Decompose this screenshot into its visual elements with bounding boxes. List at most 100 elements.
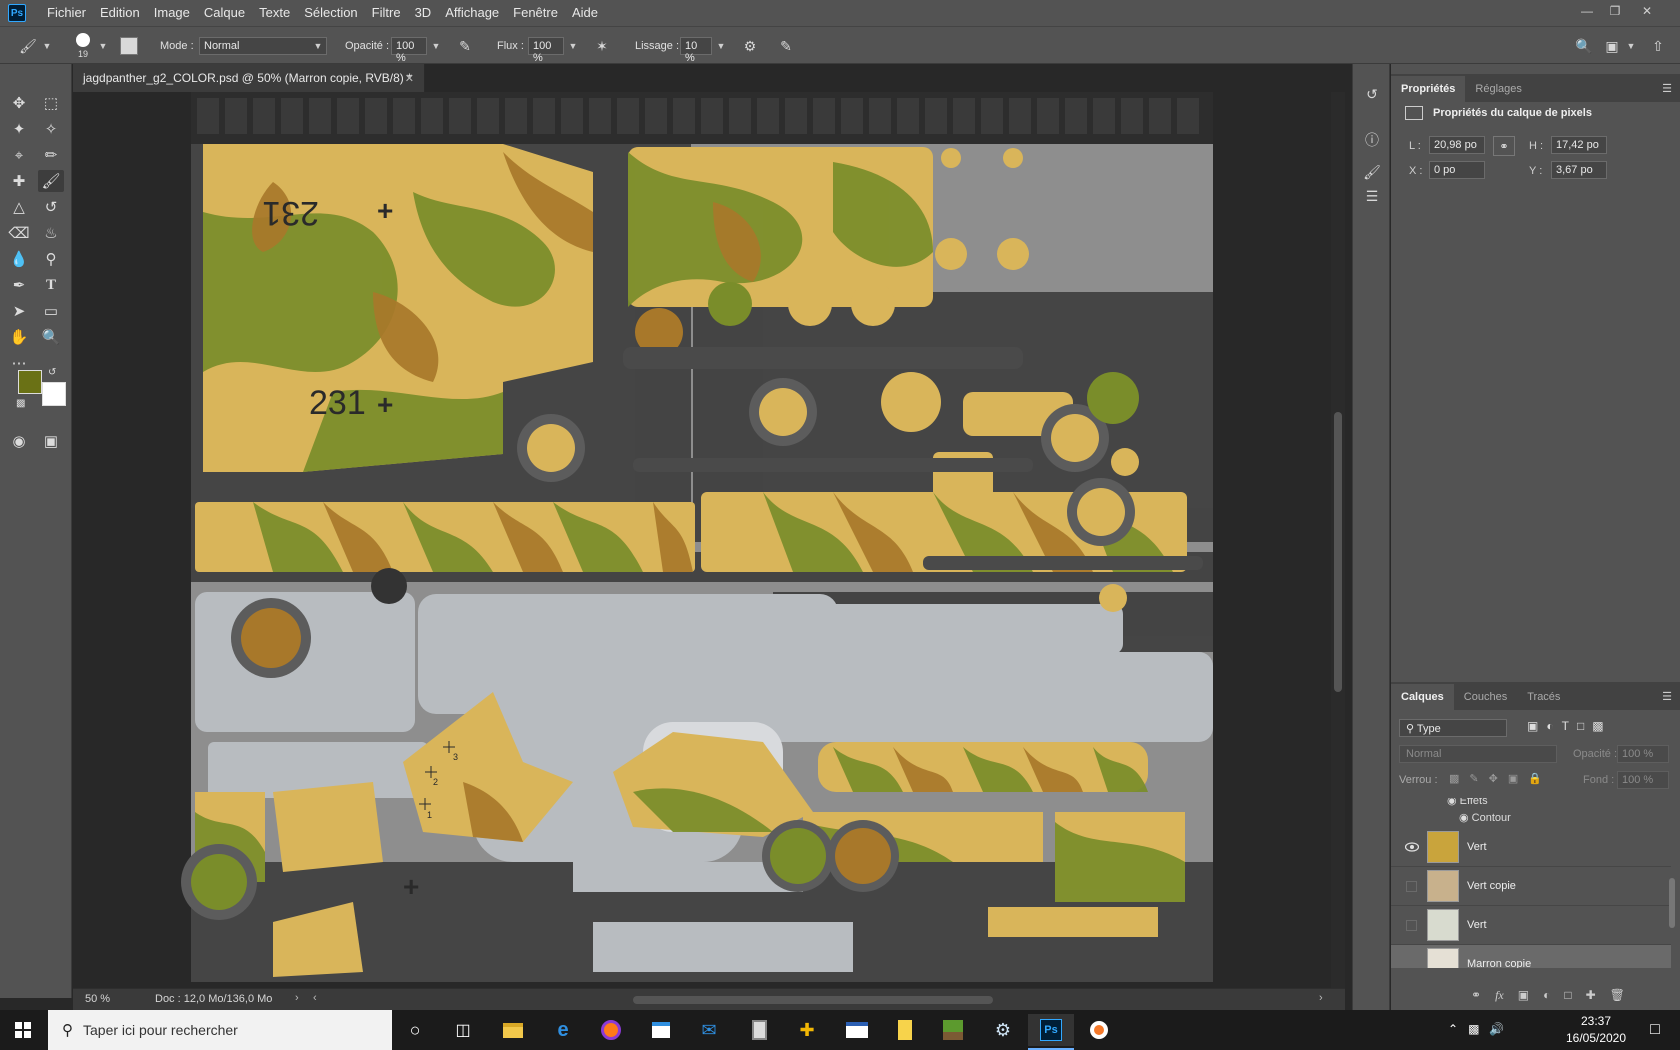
clock-date[interactable]: 16/05/2020 [1560,1031,1632,1045]
vertical-scroll-thumb[interactable] [1334,412,1342,692]
minimize-icon[interactable]: — [1576,0,1598,22]
width-field[interactable]: 20,98 po [1429,136,1485,154]
lock-pixels-icon[interactable]: ✎ [1469,772,1478,785]
chevron-down-icon[interactable]: ▼ [96,37,110,55]
layer-row-selected[interactable]: Marron copie [1391,945,1671,968]
smart-object-filter-icon[interactable]: ▩ [1592,719,1603,737]
chevron-down-icon[interactable]: ▼ [429,37,443,55]
menu-aide[interactable]: Aide [565,0,605,26]
smoothing-field[interactable]: 10 % [680,37,712,64]
panel-menu-icon[interactable]: ☰ [1662,690,1672,703]
crop-tool-icon[interactable]: ⌖ [6,144,32,166]
eraser-tool-icon[interactable]: ⌫ [6,222,32,244]
horizontal-scroll-thumb[interactable] [633,996,993,1004]
paint-bucket-tool-icon[interactable]: ♨ [38,222,64,244]
texture-canvas[interactable]: 231 231 + + + 3 2 1 [73,92,1335,982]
history-brush-tool-icon[interactable]: ↺ [38,196,64,218]
menu-texte[interactable]: Texte [252,0,297,26]
airbrush-icon[interactable]: ✶ [592,36,612,56]
quick-mask-icon[interactable]: ◉ [6,430,32,452]
notes-icon[interactable] [882,1014,928,1046]
background-color-swatch[interactable] [42,382,66,406]
layer-opacity-field[interactable]: 100 % [1617,745,1669,763]
magic-wand-tool-icon[interactable]: ✧ [38,118,64,140]
document-tab[interactable]: jagdpanther_g2_COLOR.psd @ 50% (Marron c… [73,64,425,92]
file-explorer-icon[interactable] [490,1014,536,1046]
lock-transparency-icon[interactable]: ▩ [1449,772,1459,785]
share-icon[interactable]: ⇧ [1648,36,1668,56]
volume-icon[interactable]: 🔊 [1489,1022,1504,1036]
marquee-tool-icon[interactable]: ⬚ [38,92,64,114]
scroll-right-icon[interactable]: › [1319,992,1323,1004]
swap-colors-icon[interactable]: ↺ [48,367,56,378]
flow-field[interactable]: 100 % [528,37,564,64]
tab-layers[interactable]: Calques [1391,684,1454,710]
eye-icon[interactable]: ◉ [1459,812,1469,824]
menu-3d[interactable]: 3D [408,0,439,26]
dodge-tool-icon[interactable]: ⚲ [38,248,64,270]
restore-icon[interactable]: ❐ [1604,0,1626,22]
fx-icon[interactable]: fx [1495,988,1504,1003]
scroll-left-icon[interactable]: ‹ [313,992,317,1004]
new-group-icon[interactable]: □ [1564,988,1571,1003]
blender-icon[interactable] [1076,1014,1122,1046]
mail-icon[interactable]: ✉ [686,1014,732,1046]
pen-tool-icon[interactable]: ✒ [6,274,32,296]
chevron-down-icon[interactable]: ▼ [40,37,54,55]
link-icon[interactable]: ⚭ [1493,136,1515,156]
path-selection-tool-icon[interactable]: ➤ [6,300,32,322]
tab-adjustments[interactable]: Réglages [1465,76,1531,102]
chevron-down-icon[interactable]: ▼ [566,37,580,55]
effects-row[interactable]: ◉ Effets [1447,798,1488,807]
healing-brush-tool-icon[interactable]: ✚ [6,170,32,192]
type-tool-icon[interactable]: T [38,274,64,296]
eye-icon[interactable] [1405,841,1419,853]
layer-name[interactable]: Marron copie [1467,958,1531,968]
menu-image[interactable]: Image [147,0,197,26]
window-app-icon[interactable] [834,1014,880,1046]
network-icon[interactable]: ▩ [1468,1022,1479,1036]
pressure-size-icon[interactable]: ✎ [776,36,796,56]
delete-layer-icon[interactable]: 🗑 [1610,988,1625,1003]
menu-filtre[interactable]: Filtre [365,0,408,26]
firefox-icon[interactable] [588,1014,634,1046]
add-mask-icon[interactable]: ▣ [1518,988,1529,1003]
zoom-level[interactable]: 50 % [85,993,110,1005]
vertical-scrollbar[interactable] [1331,92,1345,988]
gear-icon[interactable]: ⚙ [740,36,760,56]
close-tab-icon[interactable]: ✕ [405,72,414,85]
calculator-icon[interactable] [736,1014,782,1046]
opacity-field[interactable]: 100 % [391,37,427,64]
link-layers-icon[interactable]: ⚭ [1471,988,1481,1003]
layer-filter-select[interactable]: ⚲ Type [1399,719,1507,737]
chevron-down-icon[interactable]: ▼ [311,37,325,55]
eye-icon[interactable]: ◉ [1447,798,1457,807]
layer-name[interactable]: Vert copie [1467,880,1516,892]
notifications-icon[interactable]: □ [1632,1014,1678,1046]
close-icon[interactable]: ✕ [1636,0,1658,22]
default-colors-icon[interactable]: ▩ [16,398,25,409]
tab-channels[interactable]: Couches [1454,684,1517,710]
menu-selection[interactable]: Sélection [297,0,364,26]
store-icon[interactable] [638,1014,684,1046]
task-view-icon[interactable]: ◫ [440,1014,486,1046]
app-yellow-icon[interactable]: ✚ [784,1014,830,1046]
y-field[interactable]: 3,67 po [1551,161,1607,179]
minecraft-icon[interactable] [930,1014,976,1046]
menu-calque[interactable]: Calque [197,0,252,26]
canvas-viewport[interactable]: 231 231 + + + 3 2 1 [73,92,1335,982]
photoshop-taskbar-icon[interactable]: Ps [1028,1014,1074,1046]
shape-filter-icon[interactable]: □ [1577,719,1584,737]
brush-panel-icon[interactable] [120,37,138,55]
mode-select[interactable]: Normal [199,37,327,55]
layer-row[interactable]: Vert copie [1391,867,1671,906]
clone-stamp-tool-icon[interactable]: △ [6,196,32,218]
layers-scroll-thumb[interactable] [1669,878,1675,928]
info-panel-icon[interactable]: ⓘ [1362,130,1382,150]
tab-properties[interactable]: Propriétés [1391,76,1466,102]
contour-effect-row[interactable]: ◉ Contour [1459,811,1511,824]
pressure-opacity-icon[interactable]: ✎ [455,36,475,56]
visibility-toggle[interactable] [1406,959,1417,968]
layer-row[interactable]: Vert [1391,828,1671,867]
visibility-toggle[interactable] [1406,881,1417,892]
